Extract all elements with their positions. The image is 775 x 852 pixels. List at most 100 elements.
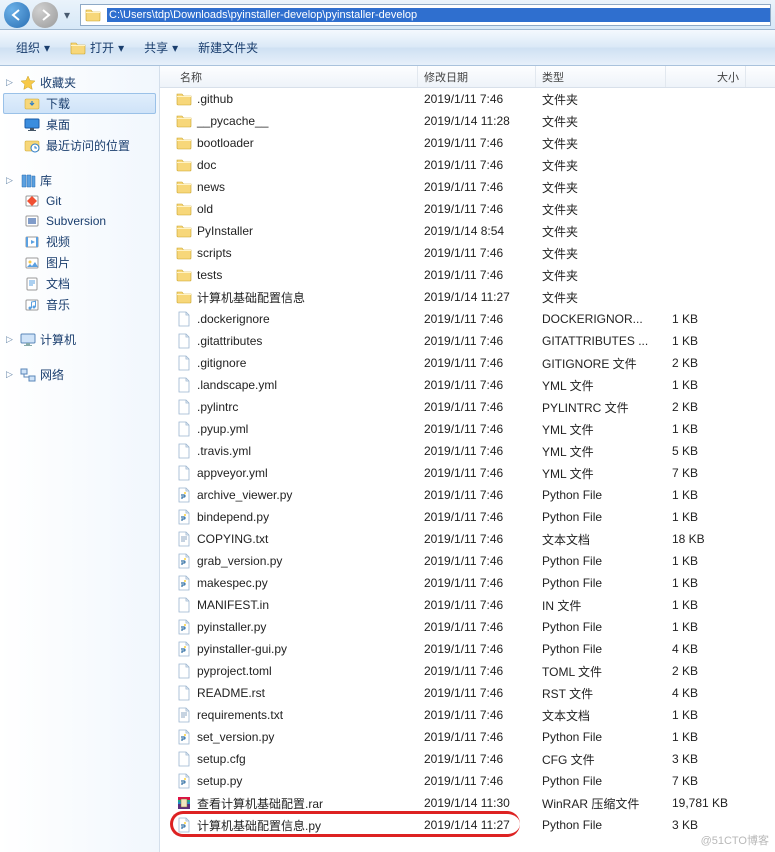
nav-forward-button[interactable] <box>32 2 58 28</box>
library-icon <box>20 173 36 189</box>
file-row[interactable]: .pyup.yml2019/1/11 7:46YML 文件1 KB <box>160 418 775 440</box>
file-type: YML 文件 <box>536 421 666 438</box>
file-type: 文件夹 <box>536 201 666 218</box>
file-row[interactable]: set_version.py2019/1/11 7:46Python File1… <box>160 726 775 748</box>
file-row[interactable]: pyproject.toml2019/1/11 7:46TOML 文件2 KB <box>160 660 775 682</box>
file-name: archive_viewer.py <box>197 488 292 502</box>
py-icon <box>176 729 192 745</box>
video-icon <box>24 234 40 250</box>
file-type: Python File <box>536 620 666 634</box>
address-path[interactable]: C:\Users\tdp\Downloads\pyinstaller-devel… <box>107 8 770 22</box>
col-type[interactable]: 类型 <box>536 66 666 87</box>
new-folder-button[interactable]: 新建文件夹 <box>188 34 268 61</box>
py-icon <box>176 619 192 635</box>
file-row[interactable]: .pylintrc2019/1/11 7:46PYLINTRC 文件2 KB <box>160 396 775 418</box>
file-row[interactable]: 计算机基础配置信息2019/1/14 11:27文件夹 <box>160 286 775 308</box>
sidebar-libraries-header[interactable]: ▷库 <box>0 170 159 191</box>
file-row[interactable]: setup.cfg2019/1/11 7:46CFG 文件3 KB <box>160 748 775 770</box>
file-row[interactable]: .gitignore2019/1/11 7:46GITIGNORE 文件2 KB <box>160 352 775 374</box>
file-row[interactable]: MANIFEST.in2019/1/11 7:46IN 文件1 KB <box>160 594 775 616</box>
sidebar-item-git[interactable]: Git <box>0 191 159 211</box>
file-row[interactable]: README.rst2019/1/11 7:46RST 文件4 KB <box>160 682 775 704</box>
share-button[interactable]: 共享 ▾ <box>134 34 188 61</box>
file-type: Python File <box>536 774 666 788</box>
sidebar-item-music[interactable]: 音乐 <box>0 294 159 315</box>
py-icon <box>176 487 192 503</box>
file-row[interactable]: COPYING.txt2019/1/11 7:46文本文档18 KB <box>160 528 775 550</box>
column-header: 名称 修改日期 类型 大小 <box>160 66 775 88</box>
col-size[interactable]: 大小 <box>666 66 746 87</box>
col-date[interactable]: 修改日期 <box>418 66 536 87</box>
file-size: 1 KB <box>666 620 746 634</box>
file-icon <box>176 685 192 701</box>
file-row[interactable]: pyinstaller.py2019/1/11 7:46Python File1… <box>160 616 775 638</box>
sidebar-item-desktop[interactable]: 桌面 <box>0 114 159 135</box>
file-date: 2019/1/11 7:46 <box>418 730 536 744</box>
file-row[interactable]: scripts2019/1/11 7:46文件夹 <box>160 242 775 264</box>
sidebar: ▷收藏夹 下载 桌面 最近访问的位置 ▷库 Git Subversion 视频 … <box>0 66 160 852</box>
nav-history-dropdown[interactable]: ▾ <box>60 5 74 25</box>
file-size: 1 KB <box>666 488 746 502</box>
file-type: WinRAR 压缩文件 <box>536 795 666 812</box>
file-date: 2019/1/11 7:46 <box>418 532 536 546</box>
file-row[interactable]: requirements.txt2019/1/11 7:46文本文档1 KB <box>160 704 775 726</box>
file-name: bindepend.py <box>197 510 269 524</box>
file-row[interactable]: appveyor.yml2019/1/11 7:46YML 文件7 KB <box>160 462 775 484</box>
file-row[interactable]: .landscape.yml2019/1/11 7:46YML 文件1 KB <box>160 374 775 396</box>
file-row[interactable]: pyinstaller-gui.py2019/1/11 7:46Python F… <box>160 638 775 660</box>
file-size: 3 KB <box>666 752 746 766</box>
file-row[interactable]: __pycache__2019/1/14 11:28文件夹 <box>160 110 775 132</box>
file-row[interactable]: 计算机基础配置信息.py2019/1/14 11:27Python File3 … <box>160 814 775 836</box>
file-type: YML 文件 <box>536 377 666 394</box>
folder-icon <box>176 223 192 239</box>
file-date: 2019/1/11 7:46 <box>418 598 536 612</box>
file-date: 2019/1/11 7:46 <box>418 136 536 150</box>
sidebar-network[interactable]: ▷网络 <box>0 364 159 385</box>
file-size: 4 KB <box>666 642 746 656</box>
download-icon <box>24 96 40 112</box>
folder-icon <box>176 289 192 305</box>
star-icon <box>20 75 36 91</box>
file-row[interactable]: news2019/1/11 7:46文件夹 <box>160 176 775 198</box>
file-row[interactable]: doc2019/1/11 7:46文件夹 <box>160 154 775 176</box>
sidebar-item-videos[interactable]: 视频 <box>0 231 159 252</box>
file-size: 3 KB <box>666 818 746 832</box>
file-size: 2 KB <box>666 664 746 678</box>
file-type: 文件夹 <box>536 289 666 306</box>
file-row[interactable]: .github2019/1/11 7:46文件夹 <box>160 88 775 110</box>
sidebar-item-recent[interactable]: 最近访问的位置 <box>0 135 159 156</box>
file-row[interactable]: 查看计算机基础配置.rar2019/1/14 11:30WinRAR 压缩文件1… <box>160 792 775 814</box>
file-row[interactable]: .travis.yml2019/1/11 7:46YML 文件5 KB <box>160 440 775 462</box>
sidebar-item-pictures[interactable]: 图片 <box>0 252 159 273</box>
watermark: @51CTO博客 <box>701 832 769 848</box>
sidebar-item-downloads[interactable]: 下载 <box>3 93 156 114</box>
sidebar-favorites-header[interactable]: ▷收藏夹 <box>0 72 159 93</box>
file-name: scripts <box>197 246 232 260</box>
file-row[interactable]: bindepend.py2019/1/11 7:46Python File1 K… <box>160 506 775 528</box>
file-type: 文本文档 <box>536 531 666 548</box>
sidebar-item-svn[interactable]: Subversion <box>0 211 159 231</box>
file-name: setup.py <box>197 774 242 788</box>
sidebar-computer[interactable]: ▷计算机 <box>0 329 159 350</box>
file-row[interactable]: tests2019/1/11 7:46文件夹 <box>160 264 775 286</box>
file-type: 文件夹 <box>536 245 666 262</box>
rar-icon <box>176 795 192 811</box>
file-row[interactable]: makespec.py2019/1/11 7:46Python File1 KB <box>160 572 775 594</box>
sidebar-item-documents[interactable]: 文档 <box>0 273 159 294</box>
file-row[interactable]: setup.py2019/1/11 7:46Python File7 KB <box>160 770 775 792</box>
address-bar[interactable]: C:\Users\tdp\Downloads\pyinstaller-devel… <box>80 4 771 26</box>
folder-icon <box>176 179 192 195</box>
file-row[interactable]: grab_version.py2019/1/11 7:46Python File… <box>160 550 775 572</box>
open-button[interactable]: 打开 ▾ <box>60 34 134 61</box>
file-row[interactable]: .gitattributes2019/1/11 7:46GITATTRIBUTE… <box>160 330 775 352</box>
file-row[interactable]: PyInstaller2019/1/14 8:54文件夹 <box>160 220 775 242</box>
file-row[interactable]: old2019/1/11 7:46文件夹 <box>160 198 775 220</box>
chevron-down-icon: ▾ <box>172 41 178 55</box>
file-row[interactable]: bootloader2019/1/11 7:46文件夹 <box>160 132 775 154</box>
col-name[interactable]: 名称 <box>160 66 418 87</box>
file-row[interactable]: archive_viewer.py2019/1/11 7:46Python Fi… <box>160 484 775 506</box>
file-row[interactable]: .dockerignore2019/1/11 7:46DOCKERIGNOR..… <box>160 308 775 330</box>
file-type: Python File <box>536 510 666 524</box>
organize-button[interactable]: 组织 ▾ <box>6 34 60 61</box>
nav-back-button[interactable] <box>4 2 30 28</box>
